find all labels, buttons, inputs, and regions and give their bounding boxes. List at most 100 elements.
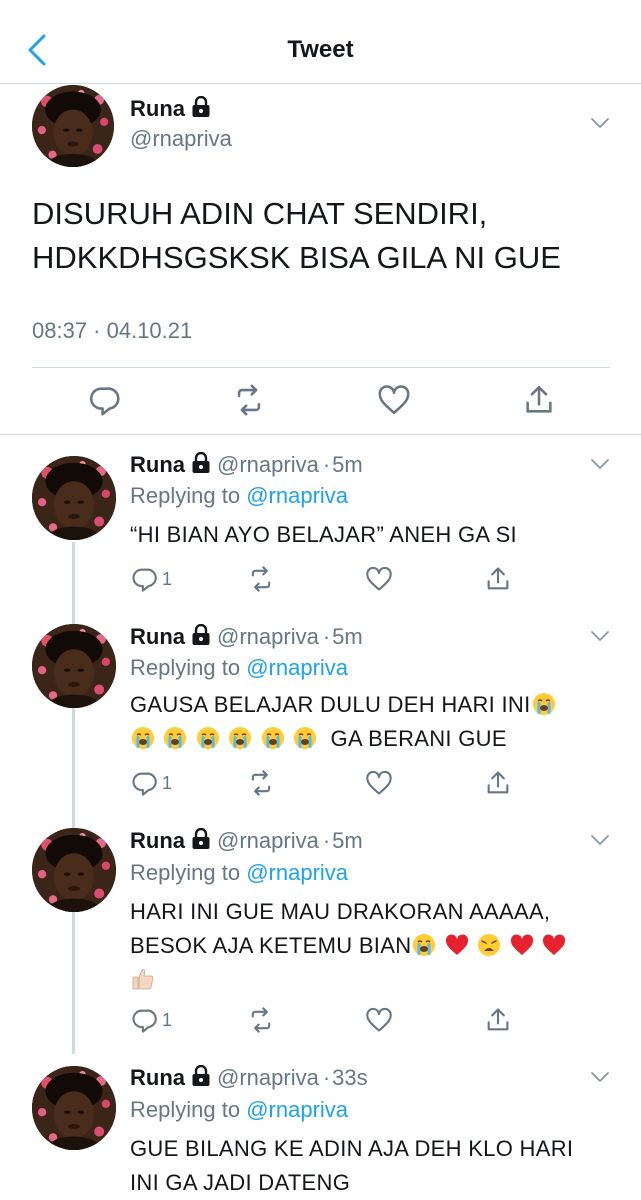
reply-icon[interactable] [130, 565, 158, 593]
replying-to: Replying to @rnapriva [130, 655, 348, 681]
reply-text-segment: GA BERANI GUE [330, 726, 507, 751]
retweet-icon[interactable] [232, 383, 266, 417]
red-heart-emoji [510, 933, 534, 957]
reply-count: 1 [162, 569, 173, 589]
reply-count: 1 [162, 773, 173, 793]
author-handle[interactable]: @rnapriva [217, 452, 319, 477]
reply-icon[interactable] [87, 383, 121, 417]
lock-icon [191, 96, 211, 118]
reply-count: 1 [162, 1010, 173, 1030]
author-handle[interactable]: @rnapriva [217, 624, 319, 649]
mention-link[interactable]: @rnapriva [246, 860, 348, 885]
chevron-down-icon[interactable] [590, 834, 610, 846]
author-display-name[interactable]: Runa [130, 96, 185, 121]
tweet-timestamp[interactable]: 08:37 · 04.10.21 [32, 318, 192, 344]
chevron-down-icon[interactable] [590, 117, 610, 129]
reply-text-line: BESOK AJA KETEMU BIAN [130, 929, 610, 963]
chevron-down-icon[interactable] [590, 458, 610, 470]
share-icon[interactable] [484, 565, 512, 593]
share-icon[interactable] [484, 769, 512, 797]
reply-text: GAUSA BELAJAR DULU DEH HARI INI GA BERAN… [130, 688, 610, 756]
replying-to: Replying to @rnapriva [130, 483, 348, 509]
share-icon[interactable] [522, 383, 556, 417]
reply-time[interactable]: 5m [332, 828, 363, 853]
loudly-crying-face-emoji [261, 726, 285, 750]
reply-text-segment: GAUSA BELAJAR DULU DEH HARI INI [130, 692, 531, 717]
tweet-text-line: DISURUH ADIN CHAT SENDIRI, [32, 196, 488, 231]
red-heart-emoji [542, 933, 566, 957]
mention-link[interactable]: @rnapriva [246, 1097, 348, 1122]
loudly-crying-face-emoji [532, 692, 556, 716]
retweet-icon[interactable] [247, 1006, 275, 1034]
mention-link[interactable]: @rnapriva [246, 483, 348, 508]
reply-author[interactable]: Runa @rnapriva ·5m [130, 828, 363, 854]
share-icon[interactable] [484, 1006, 512, 1034]
reply-author[interactable]: Runa @rnapriva ·5m [130, 452, 363, 478]
reply-time[interactable]: 33s [332, 1065, 367, 1090]
divider [0, 434, 641, 435]
author-display-name[interactable]: Runa [130, 1065, 185, 1090]
weary-face-emoji [477, 933, 501, 957]
reply-author[interactable]: Runa @rnapriva ·5m [130, 624, 363, 650]
replying-to-label: Replying to [130, 655, 241, 680]
reply-text-line: GA BERANI GUE [130, 722, 610, 756]
retweet-icon[interactable] [247, 565, 275, 593]
loudly-crying-face-emoji [196, 726, 220, 750]
heart-icon[interactable] [377, 383, 411, 417]
reply-text-line: HARI INI GUE MAU DRAKORAN AAAAA, [130, 899, 551, 924]
author-handle[interactable]: @rnapriva [217, 1065, 319, 1090]
loudly-crying-face-emoji [131, 726, 155, 750]
heart-icon[interactable] [365, 565, 393, 593]
author-handle[interactable]: @rnapriva [217, 828, 319, 853]
reply-author[interactable]: Runa @rnapriva ·33s [130, 1065, 368, 1091]
reply-text-line: INI GA JADI DATENG [130, 1170, 351, 1195]
replying-to-label: Replying to [130, 483, 241, 508]
avatar[interactable] [32, 85, 114, 167]
avatar[interactable] [32, 828, 116, 912]
top-bar: Tweet [0, 0, 641, 84]
reply-text-line: GUE BILANG KE ADIN AJA DEH KLO HARI [130, 1136, 574, 1161]
loudly-crying-face-emoji [228, 726, 252, 750]
replying-to: Replying to @rnapriva [130, 1097, 348, 1123]
lock-icon [191, 828, 211, 850]
reply-time[interactable]: 5m [332, 624, 363, 649]
red-heart-emoji [445, 933, 469, 957]
chevron-down-icon[interactable] [590, 630, 610, 642]
heart-icon[interactable] [365, 1006, 393, 1034]
lock-icon [191, 624, 211, 646]
reply-text-line: GAUSA BELAJAR DULU DEH HARI INI [130, 688, 610, 722]
reply-text-line [130, 963, 610, 997]
reply-text-segment: BESOK AJA KETEMU BIAN [130, 933, 412, 958]
avatar[interactable] [32, 456, 116, 540]
reply-icon[interactable] [130, 1006, 158, 1034]
author-display-name[interactable]: Runa [130, 624, 185, 649]
lock-icon [191, 1065, 211, 1087]
tweet-text-line: HDKKDHSGSKSK BISA GILA NI GUE [32, 240, 561, 275]
page-title: Tweet [287, 36, 354, 63]
reply-icon[interactable] [130, 769, 158, 797]
loudly-crying-face-emoji [163, 726, 187, 750]
author-name[interactable]: Runa [130, 96, 211, 122]
author-handle[interactable]: @rnapriva [130, 126, 232, 152]
retweet-icon[interactable] [247, 769, 275, 797]
loudly-crying-face-emoji [293, 726, 317, 750]
author-display-name[interactable]: Runa [130, 452, 185, 477]
reply-time[interactable]: 5m [332, 452, 363, 477]
chevron-down-icon[interactable] [590, 1071, 610, 1083]
lock-icon [191, 452, 211, 474]
heart-icon[interactable] [365, 769, 393, 797]
reply-text: GUE BILANG KE ADIN AJA DEH KLO HARI INI … [130, 1132, 610, 1200]
replying-to-label: Replying to [130, 1097, 241, 1122]
thumbs-up-emoji [131, 967, 155, 991]
author-display-name[interactable]: Runa [130, 828, 185, 853]
avatar[interactable] [32, 1066, 116, 1150]
loudly-crying-face-emoji [412, 933, 436, 957]
reply-text: HARI INI GUE MAU DRAKORAN AAAAA, BESOK A… [130, 895, 610, 997]
reply-text: “HI BIAN AYO BELAJAR” ANEH GA SI [130, 522, 517, 547]
avatar[interactable] [32, 624, 116, 708]
mention-link[interactable]: @rnapriva [246, 655, 348, 680]
tweet-text: DISURUH ADIN CHAT SENDIRI, HDKKDHSGSKSK … [32, 192, 622, 280]
replying-to-label: Replying to [130, 860, 241, 885]
divider [32, 367, 610, 368]
thread-line [72, 542, 75, 1054]
